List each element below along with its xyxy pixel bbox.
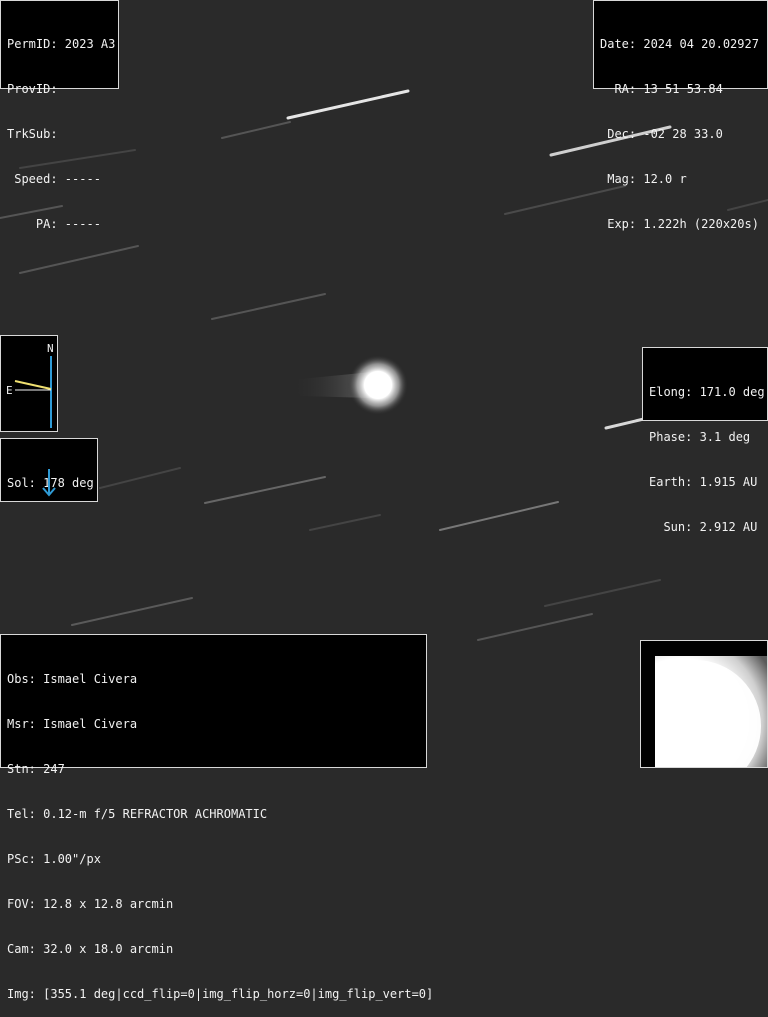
observation-info-panel: Date: 2024 04 20.02927 RA: 13 51 53.84 D… — [593, 0, 768, 231]
obs-text: Obs: Ismael Civera — [7, 672, 138, 686]
dec-text: Dec: -02 28 33.0 — [600, 127, 723, 141]
object-id-panel: PermID: 2023 A3 ProvID: TrkSub: Speed: -… — [0, 0, 119, 231]
speed-text: Speed: ----- — [7, 172, 101, 186]
observer-panel: Obs: Ismael Civera Msr: Ismael Civera St… — [0, 634, 433, 1001]
elong-text: Elong: 171.0 deg — [649, 385, 765, 399]
fov-text: FOV: 12.8 x 12.8 arcmin — [7, 897, 174, 911]
compass-panel: N E — [0, 335, 58, 432]
phase-text: Phase: 3.1 deg — [649, 430, 751, 444]
zoom-thumbnail — [640, 640, 768, 768]
provid-text: ProvID: — [7, 82, 58, 96]
img-text: Img: [355.1 deg|ccd_flip=0|img_flip_horz… — [7, 987, 434, 1001]
trksub-text: TrkSub: — [7, 127, 58, 141]
permid-text: PermID: 2023 A3 — [7, 37, 116, 51]
compass-icon — [14, 356, 52, 428]
cam-text: Cam: 32.0 x 18.0 arcmin — [7, 942, 174, 956]
ra-text: RA: 13 51 53.84 — [600, 82, 723, 96]
pa-text: PA: ----- — [7, 217, 101, 231]
exp-text: Exp: 1.222h (220x20s) — [600, 217, 759, 231]
sun-direction-arrow-icon — [42, 469, 56, 497]
geometry-panel: Elong: 171.0 deg Phase: 3.1 deg Earth: 1… — [642, 347, 768, 534]
msr-text: Msr: Ismael Civera — [7, 717, 138, 731]
mag-text: Mag: 12.0 r — [600, 172, 687, 186]
comet-nucleus — [364, 371, 392, 399]
earth-text: Earth: 1.915 AU — [649, 475, 758, 489]
stn-text: Stn: 247 — [7, 762, 65, 776]
comet-zoom-image — [641, 656, 767, 767]
east-direction-line — [14, 380, 52, 390]
tel-text: Tel: 0.12-m f/5 REFRACTOR ACHROMATIC — [7, 807, 268, 821]
psc-text: PSc: 1.00"/px — [7, 852, 101, 866]
date-text: Date: 2024 04 20.02927 — [600, 37, 759, 51]
solar-angle-panel: Sol: 178 deg — [0, 438, 98, 502]
sun-text: Sun: 2.912 AU — [649, 520, 758, 534]
